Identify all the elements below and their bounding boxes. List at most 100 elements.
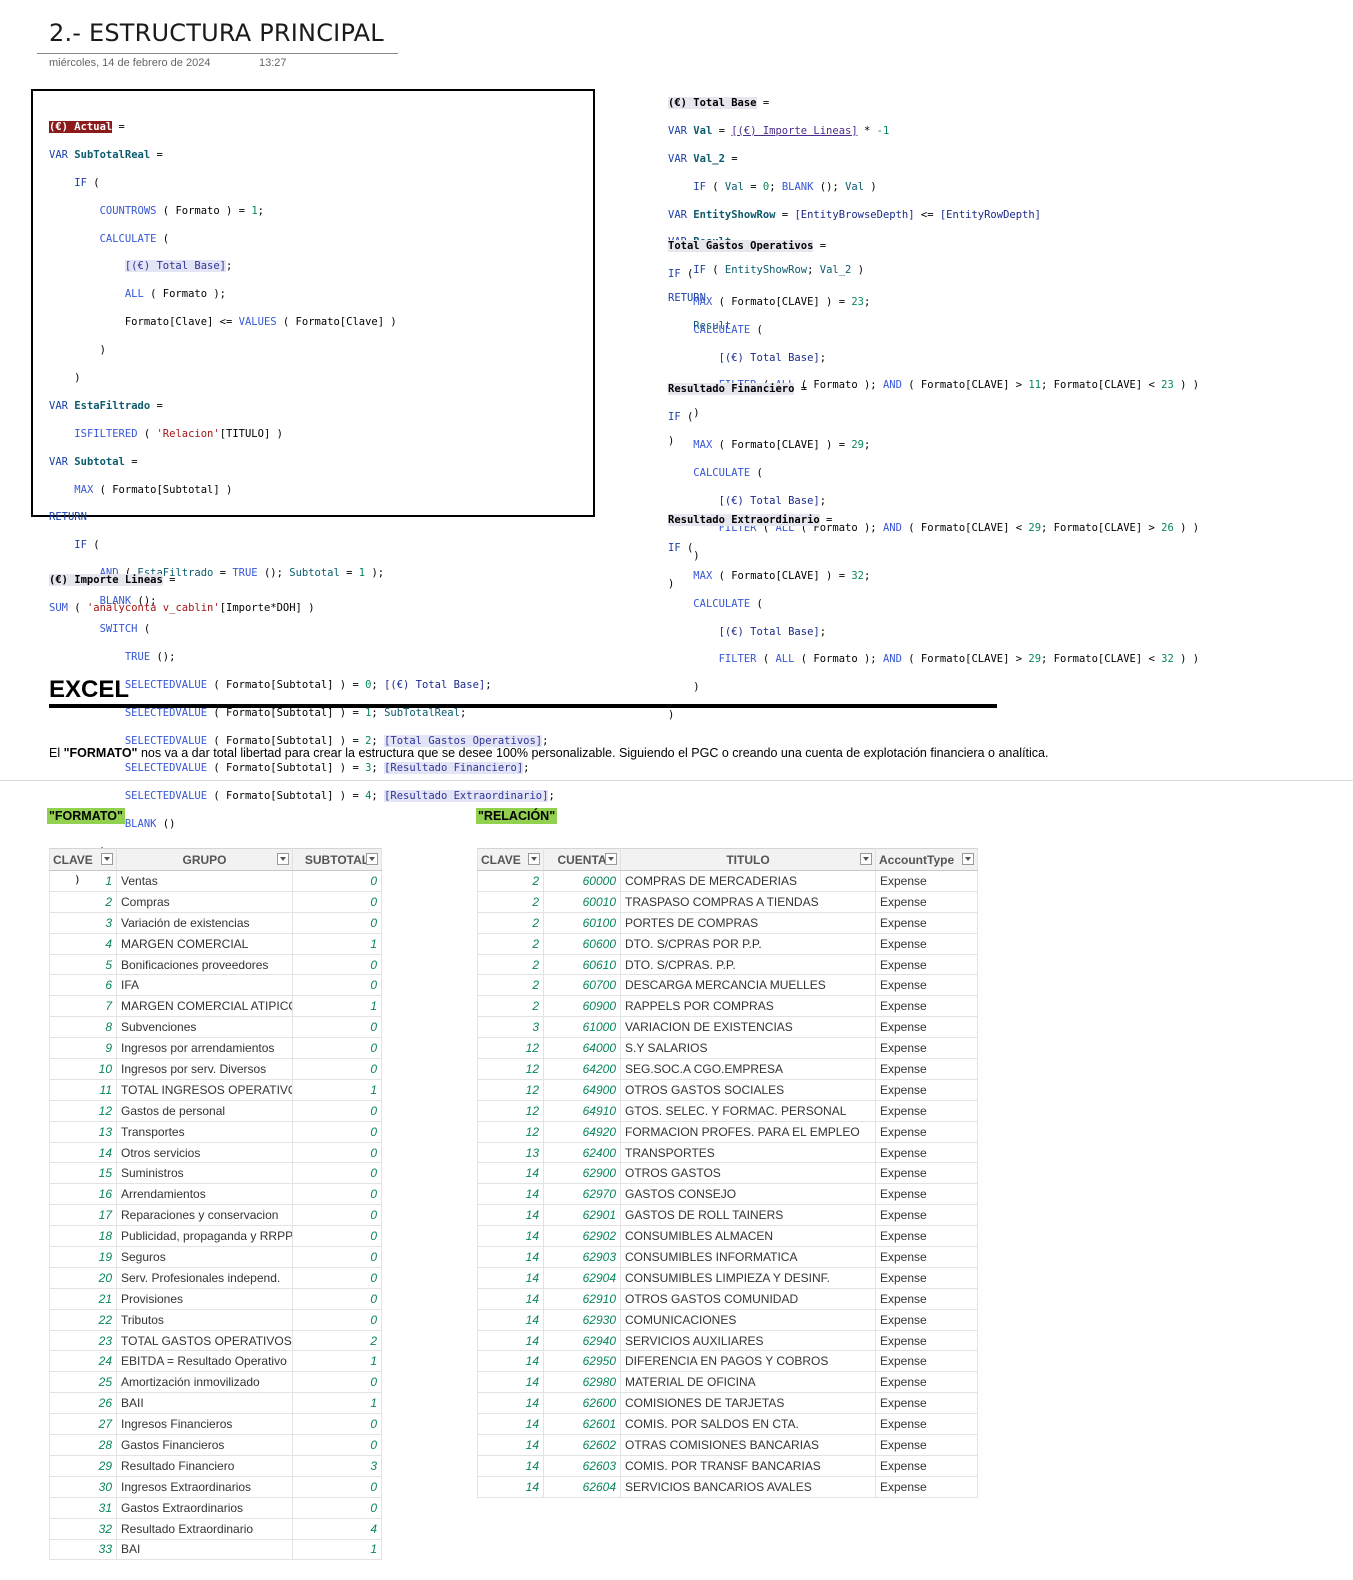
table-row[interactable]: 3 Variación de existencias 0 — [49, 912, 382, 934]
relacion-cell-cuenta[interactable]: 62902 — [543, 1225, 621, 1248]
relacion-cell-accounttype[interactable]: Expense — [875, 1392, 978, 1415]
formato-cell-clave[interactable]: 15 — [49, 1162, 117, 1185]
relacion-cell-accounttype[interactable]: Expense — [875, 870, 978, 892]
relacion-cell-clave[interactable]: 14 — [477, 1246, 544, 1268]
relacion-cell-titulo[interactable]: S.Y SALARIOS — [620, 1037, 876, 1060]
formato-cell-clave[interactable]: 19 — [49, 1246, 117, 1268]
formato-cell-grupo[interactable]: Ingresos Extraordinarios — [116, 1476, 293, 1498]
relacion-cell-titulo[interactable]: DTO. S/CPRAS POR P.P. — [620, 933, 876, 955]
formato-cell-clave[interactable]: 12 — [49, 1100, 117, 1122]
relacion-cell-titulo[interactable]: OTRAS COMISIONES BANCARIAS — [620, 1434, 876, 1456]
table-row[interactable]: 14 62603 COMIS. POR TRANSF BANCARIAS Expens… — [477, 1455, 978, 1477]
relacion-cell-titulo[interactable]: COMIS. POR TRANSF BANCARIAS — [620, 1455, 876, 1477]
relacion-cell-cuenta[interactable]: 62603 — [543, 1455, 621, 1477]
filter-dropdown-icon[interactable] — [277, 853, 289, 865]
formato-cell-clave[interactable]: 28 — [49, 1434, 117, 1456]
formato-cell-clave[interactable]: 22 — [49, 1309, 117, 1331]
table-row[interactable]: 16 Arrendamientos 0 — [49, 1183, 382, 1206]
relacion-cell-cuenta[interactable]: 60610 — [543, 954, 621, 976]
relacion-cell-accounttype[interactable]: Expense — [875, 912, 978, 934]
formato-cell-subtotal[interactable]: 0 — [292, 912, 382, 934]
relacion-cell-cuenta[interactable]: 62910 — [543, 1288, 621, 1310]
formato-cell-subtotal[interactable]: 0 — [292, 1434, 382, 1456]
relacion-cell-titulo[interactable]: GTOS. SELEC. Y FORMAC. PERSONAL — [620, 1100, 876, 1122]
formato-cell-subtotal[interactable]: 0 — [292, 974, 382, 997]
relacion-cell-titulo[interactable]: DTO. S/CPRAS. P.P. — [620, 954, 876, 976]
relacion-cell-titulo[interactable]: TRANSPORTES — [620, 1142, 876, 1164]
table-row[interactable]: 2 60100 PORTES DE COMPRAS Expense — [477, 912, 978, 934]
table-row[interactable]: 14 Otros servicios 0 — [49, 1142, 382, 1164]
relacion-cell-cuenta[interactable]: 60900 — [543, 995, 621, 1018]
table-row[interactable]: 21 Provisiones 0 — [49, 1288, 382, 1310]
formato-cell-subtotal[interactable]: 0 — [292, 954, 382, 976]
formato-cell-clave[interactable]: 5 — [49, 954, 117, 976]
table-row[interactable]: 12 64200 SEG.SOC.A CGO.EMPRESA Expense — [477, 1058, 978, 1080]
formato-cell-subtotal[interactable]: 0 — [292, 1037, 382, 1060]
table-row[interactable]: 2 60010 TRASPASO COMPRAS A TIENDAS Expense — [477, 891, 978, 913]
table-row[interactable]: 14 62904 CONSUMIBLES LIMPIEZA Y DESINF. Exp… — [477, 1267, 978, 1289]
relacion-cell-cuenta[interactable]: 62930 — [543, 1309, 621, 1331]
relacion-cell-accounttype[interactable]: Expense — [875, 1330, 978, 1352]
formato-cell-clave[interactable]: 16 — [49, 1183, 117, 1206]
relacion-cell-accounttype[interactable]: Expense — [875, 1037, 978, 1060]
relacion-cell-accounttype[interactable]: Expense — [875, 1434, 978, 1456]
table-row[interactable]: 28 Gastos Financieros 0 — [49, 1434, 382, 1456]
table-row[interactable]: 14 62600 COMISIONES DE TARJETAS Expense — [477, 1392, 978, 1415]
relacion-cell-clave[interactable]: 14 — [477, 1267, 544, 1289]
table-row[interactable]: 2 60610 DTO. S/CPRAS. P.P. Expense — [477, 954, 978, 976]
relacion-cell-cuenta[interactable]: 62900 — [543, 1162, 621, 1185]
relacion-cell-titulo[interactable]: SERVICIOS AUXILIARES — [620, 1330, 876, 1352]
table-row[interactable]: 12 Gastos de personal 0 — [49, 1100, 382, 1122]
formato-cell-clave[interactable]: 27 — [49, 1413, 117, 1436]
filter-dropdown-icon[interactable] — [101, 853, 113, 865]
relacion-cell-clave[interactable]: 14 — [477, 1309, 544, 1331]
formato-cell-grupo[interactable]: Ventas — [116, 870, 293, 892]
table-row[interactable]: 14 62901 GASTOS DE ROLL TAINERS Expense — [477, 1204, 978, 1227]
formato-cell-grupo[interactable]: Compras — [116, 891, 293, 913]
formato-cell-clave[interactable]: 24 — [49, 1350, 117, 1373]
relacion-cell-cuenta[interactable]: 62950 — [543, 1350, 621, 1373]
filter-dropdown-icon[interactable] — [528, 853, 540, 865]
table-row[interactable]: 33 BAI 1 — [49, 1539, 382, 1561]
relacion-cell-clave[interactable]: 2 — [477, 870, 544, 892]
formato-cell-subtotal[interactable]: 0 — [292, 1288, 382, 1310]
relacion-cell-accounttype[interactable]: Expense — [875, 1100, 978, 1122]
table-row[interactable]: 14 62970 GASTOS CONSEJO Expense — [477, 1183, 978, 1206]
formato-cell-grupo[interactable]: Serv. Profesionales independ. — [116, 1267, 293, 1289]
relacion-cell-clave[interactable]: 14 — [477, 1350, 544, 1373]
relacion-cell-titulo[interactable]: CONSUMIBLES INFORMATICA — [620, 1246, 876, 1268]
table-row[interactable]: 18 Publicidad, propaganda y RRPP 0 — [49, 1225, 382, 1248]
relacion-cell-accounttype[interactable]: Expense — [875, 1016, 978, 1039]
formato-cell-clave[interactable]: 11 — [49, 1079, 117, 1101]
formato-cell-clave[interactable]: 31 — [49, 1497, 117, 1519]
table-row[interactable]: 9 Ingresos por arrendamientos 0 — [49, 1037, 382, 1060]
relacion-cell-accounttype[interactable]: Expense — [875, 1288, 978, 1310]
relacion-cell-cuenta[interactable]: 62903 — [543, 1246, 621, 1268]
table-row[interactable]: 26 BAII 1 — [49, 1392, 382, 1415]
formato-cell-subtotal[interactable]: 0 — [292, 1371, 382, 1394]
relacion-cell-accounttype[interactable]: Expense — [875, 933, 978, 955]
table-row[interactable]: 14 62903 CONSUMIBLES INFORMATICA Expense — [477, 1246, 978, 1268]
formato-cell-grupo[interactable]: Seguros — [116, 1246, 293, 1268]
formato-cell-subtotal[interactable]: 0 — [292, 1225, 382, 1248]
formato-cell-grupo[interactable]: Transportes — [116, 1121, 293, 1143]
formato-cell-clave[interactable]: 7 — [49, 995, 117, 1018]
formato-cell-clave[interactable]: 8 — [49, 1016, 117, 1039]
relacion-cell-clave[interactable]: 14 — [477, 1183, 544, 1206]
relacion-cell-titulo[interactable]: CONSUMIBLES ALMACEN — [620, 1225, 876, 1248]
relacion-cell-titulo[interactable]: OTROS GASTOS COMUNIDAD — [620, 1288, 876, 1310]
relacion-cell-accounttype[interactable]: Expense — [875, 1142, 978, 1164]
relacion-cell-cuenta[interactable]: 64000 — [543, 1037, 621, 1060]
filter-dropdown-icon[interactable] — [962, 853, 974, 865]
relacion-cell-clave[interactable]: 3 — [477, 1016, 544, 1039]
formato-header-clave[interactable]: CLAVE — [49, 848, 117, 871]
formato-cell-clave[interactable]: 30 — [49, 1476, 117, 1498]
formato-cell-grupo[interactable]: BAI — [116, 1539, 293, 1561]
relacion-cell-titulo[interactable]: COMUNICACIONES — [620, 1309, 876, 1331]
formato-cell-grupo[interactable]: Ingresos Financieros — [116, 1413, 293, 1436]
table-row[interactable]: 14 62902 CONSUMIBLES ALMACEN Expense — [477, 1225, 978, 1248]
relacion-cell-cuenta[interactable]: 60700 — [543, 974, 621, 997]
relacion-cell-clave[interactable]: 2 — [477, 995, 544, 1018]
formato-cell-subtotal[interactable]: 1 — [292, 1392, 382, 1415]
table-row[interactable]: 12 64900 OTROS GASTOS SOCIALES Expense — [477, 1079, 978, 1101]
